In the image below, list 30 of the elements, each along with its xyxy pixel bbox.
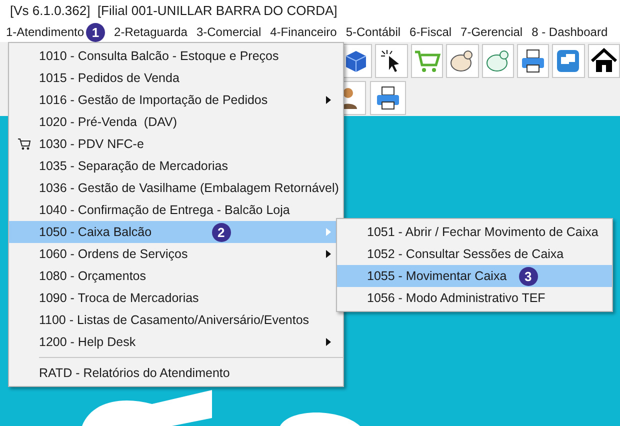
menu-item[interactable]: 1016 - Gestão de Importação de Pedidos [9, 89, 343, 111]
menu-bar-item[interactable]: 8 - Dashboard [532, 23, 608, 41]
menu-bar-item[interactable]: 1-Atendimento [6, 23, 84, 41]
menu-item[interactable]: 1036 - Gestão de Vasilhame (Embalagem Retornável) [9, 177, 343, 199]
menu-item[interactable]: 1200 - Help Desk [9, 331, 343, 353]
step-badge: 1 [86, 22, 106, 42]
menu-bar-item[interactable]: 2-Retaguarda [114, 23, 188, 41]
menu-item[interactable]: RATD - Relatórios do Atendimento [9, 362, 343, 384]
cursor-icon[interactable] [375, 44, 408, 78]
home-icon[interactable] [588, 44, 620, 78]
step-badge: 2 [212, 222, 231, 242]
menu-bar-item[interactable]: 5-Contábil [346, 23, 401, 41]
menu-item[interactable]: 1040 - Confirmação de Entrega - Balcão Loja [9, 199, 343, 221]
menu-bar-item[interactable]: 7-Gerencial [460, 23, 523, 41]
menu-bar-item[interactable]: 6-Fiscal [410, 23, 452, 41]
menu-bar-item[interactable]: 4-Financeiro [270, 23, 337, 41]
cart-icon [18, 138, 31, 150]
printer-icon[interactable] [516, 44, 550, 78]
menu-item[interactable]: 1035 - Separação de Mercadorias [9, 155, 343, 177]
menu-bar-item[interactable]: 3-Comercial [196, 23, 262, 41]
menu-item[interactable]: 1030 - PDV NFC-e [9, 133, 343, 155]
printer-icon[interactable] [370, 81, 406, 115]
window-title: [Vs 6.1.0.362] [Filial 001-UNILLAR BARRA DO CORDA] [10, 2, 338, 20]
menu-item[interactable]: 1100 - Listas de Casamento/Aniversário/Eventos [9, 309, 343, 331]
submenu-item[interactable]: 1055 - Movimentar Caixa 3 [337, 265, 612, 287]
menu-item[interactable]: 1020 - Pré-Venda (DAV) [9, 111, 343, 133]
submenu-item[interactable]: 1056 - Modo Administrativo TEF [337, 287, 612, 309]
menu-item[interactable]: 1015 - Pedidos de Venda [9, 67, 343, 89]
menu-item[interactable]: 1010 - Consulta Balcão - Estoque e Preços [9, 45, 343, 67]
step-badge: 3 [518, 266, 538, 286]
